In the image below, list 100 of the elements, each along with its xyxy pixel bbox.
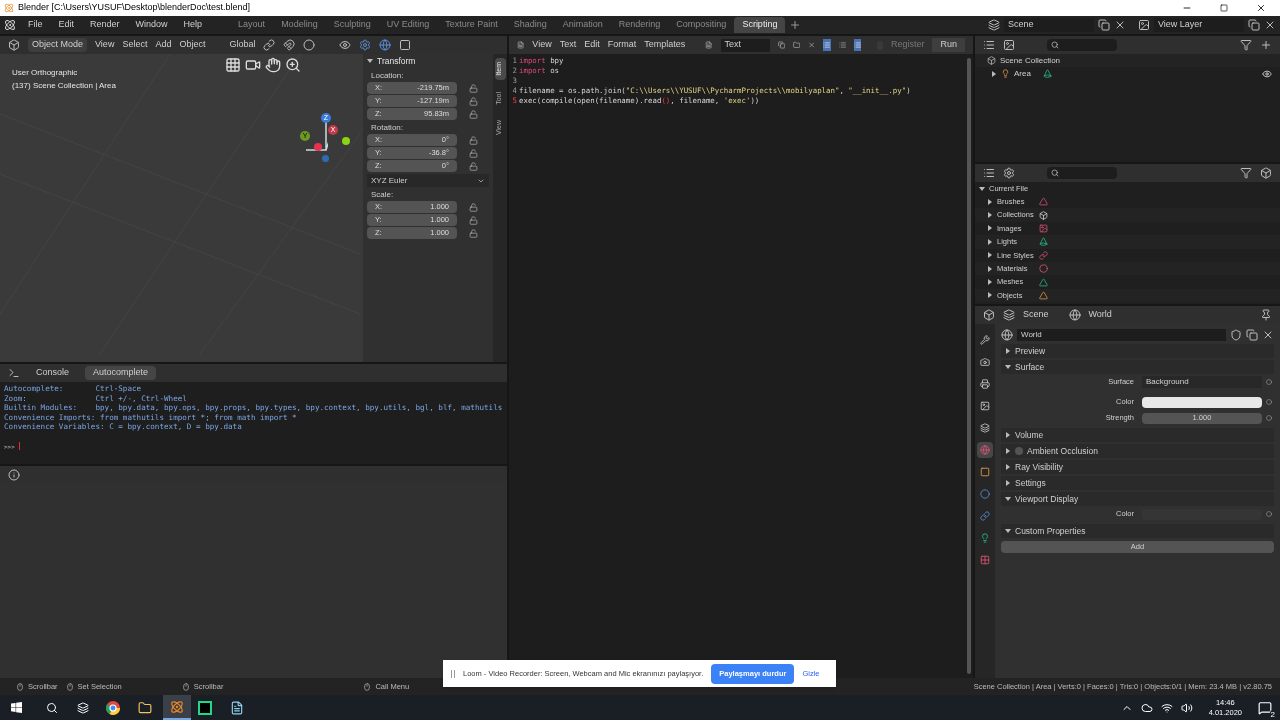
display-mode-icon[interactable] <box>1003 39 1015 51</box>
line-numbers-toggle-icon[interactable] <box>823 39 831 51</box>
gizmo-toggle-icon[interactable] <box>359 39 372 51</box>
copy-icon[interactable] <box>1248 19 1260 31</box>
menu-item[interactable]: Render <box>86 18 124 32</box>
display-mode-icon[interactable] <box>1003 167 1015 179</box>
workspace-tab[interactable]: UV Editing <box>378 17 438 33</box>
info-editor-icon[interactable] <box>8 469 20 481</box>
disclosure-triangle-icon[interactable] <box>1005 480 1011 486</box>
menu-item[interactable]: Templates <box>644 38 686 52</box>
close-icon[interactable] <box>1114 19 1126 31</box>
menu-item[interactable]: View <box>532 38 552 52</box>
menu-item[interactable]: Add <box>155 38 172 52</box>
search-field[interactable] <box>1047 39 1117 51</box>
keyframe-dot-icon[interactable] <box>1266 379 1272 385</box>
cloud-icon[interactable] <box>1140 701 1153 714</box>
menu-item[interactable]: View <box>95 38 115 52</box>
panel-title[interactable]: Settings <box>1015 476 1046 490</box>
keyframe-dot-icon[interactable] <box>1266 415 1272 421</box>
grid-view-icon[interactable] <box>225 57 241 73</box>
rotation-mode-dropdown[interactable]: XYZ Euler <box>367 174 489 187</box>
workspace-tab[interactable]: Sculpting <box>325 17 379 33</box>
start-icon[interactable] <box>11 702 22 713</box>
disclosure-triangle-icon[interactable] <box>1005 528 1011 534</box>
menu-item[interactable]: Object <box>179 38 206 52</box>
tree-item[interactable]: Scene Collection <box>1000 54 1061 67</box>
close-icon[interactable] <box>1262 329 1274 341</box>
proportional-icon[interactable] <box>303 39 316 51</box>
keyframe-dot-icon[interactable] <box>1266 511 1272 517</box>
unlock-icon[interactable] <box>469 202 478 212</box>
unlock-icon[interactable] <box>469 148 478 158</box>
panel-title[interactable]: Volume <box>1015 428 1044 442</box>
view-layer-icon[interactable] <box>1138 19 1150 31</box>
disclosure-triangle-icon[interactable] <box>1005 364 1011 370</box>
menu-item[interactable]: Text <box>559 38 577 52</box>
workspace-tab[interactable]: Compositing <box>668 17 735 33</box>
new-collection-icon[interactable] <box>1260 39 1272 51</box>
unlock-icon[interactable] <box>469 135 478 145</box>
workspace-tab[interactable]: Scripting <box>734 17 786 33</box>
task-view-icon[interactable] <box>77 701 89 714</box>
zoom-icon[interactable] <box>285 57 301 73</box>
color-swatch[interactable] <box>1142 396 1262 408</box>
disclosure-triangle-icon[interactable] <box>1005 448 1011 454</box>
copy-icon[interactable] <box>1098 19 1110 31</box>
workspace-tab[interactable]: Animation <box>554 17 611 33</box>
disclosure-triangle-icon[interactable] <box>1005 348 1011 354</box>
unlock-icon[interactable] <box>469 228 478 238</box>
archive-icon[interactable] <box>1260 167 1272 179</box>
disclosure-triangle-icon[interactable] <box>1005 432 1011 438</box>
disclosure-triangle-icon[interactable] <box>991 70 997 77</box>
snap-icon[interactable] <box>283 39 296 51</box>
menu-item[interactable]: Help <box>179 18 207 32</box>
workspace-tab[interactable]: Rendering <box>610 17 669 33</box>
editor-type-icon[interactable] <box>983 39 995 51</box>
tree-item[interactable]: Area <box>1014 67 1031 80</box>
console-tab[interactable]: Console <box>28 366 78 380</box>
close-icon[interactable] <box>1256 3 1266 13</box>
menu-item[interactable]: Format <box>607 38 637 52</box>
menu-item[interactable]: Select <box>122 38 148 52</box>
pin-icon[interactable] <box>1260 309 1272 321</box>
properties-tab[interactable] <box>977 420 993 436</box>
visibility-icon[interactable] <box>339 39 352 51</box>
overlay-icon[interactable] <box>379 39 392 51</box>
disclosure-triangle-icon[interactable] <box>1005 496 1011 502</box>
console-icon[interactable] <box>8 367 20 379</box>
word-wrap-toggle-icon[interactable] <box>838 39 847 51</box>
unlock-icon[interactable] <box>469 96 478 106</box>
properties-tab[interactable] <box>977 376 993 392</box>
workspace-tab[interactable]: Shading <box>505 17 555 33</box>
ide-icon[interactable] <box>198 700 212 715</box>
filter-icon[interactable] <box>1240 167 1252 179</box>
panel-title[interactable]: Surface <box>1015 360 1045 374</box>
workspace-tab[interactable]: Texture Paint <box>437 17 506 33</box>
pan-hand-icon[interactable] <box>265 57 281 73</box>
dropdown[interactable]: Background <box>1142 376 1262 388</box>
panel-checkbox[interactable] <box>1015 447 1023 455</box>
panel-title[interactable]: Ray Visibility <box>1015 460 1064 474</box>
unlock-icon[interactable] <box>469 83 478 93</box>
panel-title[interactable]: Preview <box>1015 344 1046 358</box>
unlock-icon[interactable] <box>469 215 478 225</box>
world-browse-icon[interactable] <box>1001 329 1013 341</box>
orientation-dropdown[interactable]: Global <box>229 38 256 52</box>
app-logo-icon[interactable] <box>4 19 16 31</box>
scene-field[interactable]: Scene <box>1004 18 1094 32</box>
text-name-field[interactable]: Text <box>720 38 770 52</box>
camera-icon[interactable] <box>245 57 261 73</box>
menu-item[interactable]: Edit <box>584 38 600 52</box>
browser-icon[interactable] <box>106 700 120 715</box>
menu-item[interactable]: Window <box>131 18 172 32</box>
pivot-icon[interactable] <box>263 39 276 51</box>
menu-item[interactable]: Edit <box>54 18 79 32</box>
drag-handle-icon[interactable] <box>451 669 455 678</box>
add-workspace-icon[interactable] <box>789 19 802 31</box>
fake-user-icon[interactable] <box>1230 329 1242 341</box>
file-explorer-icon[interactable] <box>138 700 152 715</box>
properties-tab[interactable] <box>977 332 993 348</box>
notification-center-icon[interactable] <box>1258 700 1272 715</box>
maximize-icon[interactable] <box>1220 4 1228 12</box>
console-tab[interactable]: Autocomplete <box>85 366 157 380</box>
menu-item[interactable]: File <box>24 18 47 32</box>
